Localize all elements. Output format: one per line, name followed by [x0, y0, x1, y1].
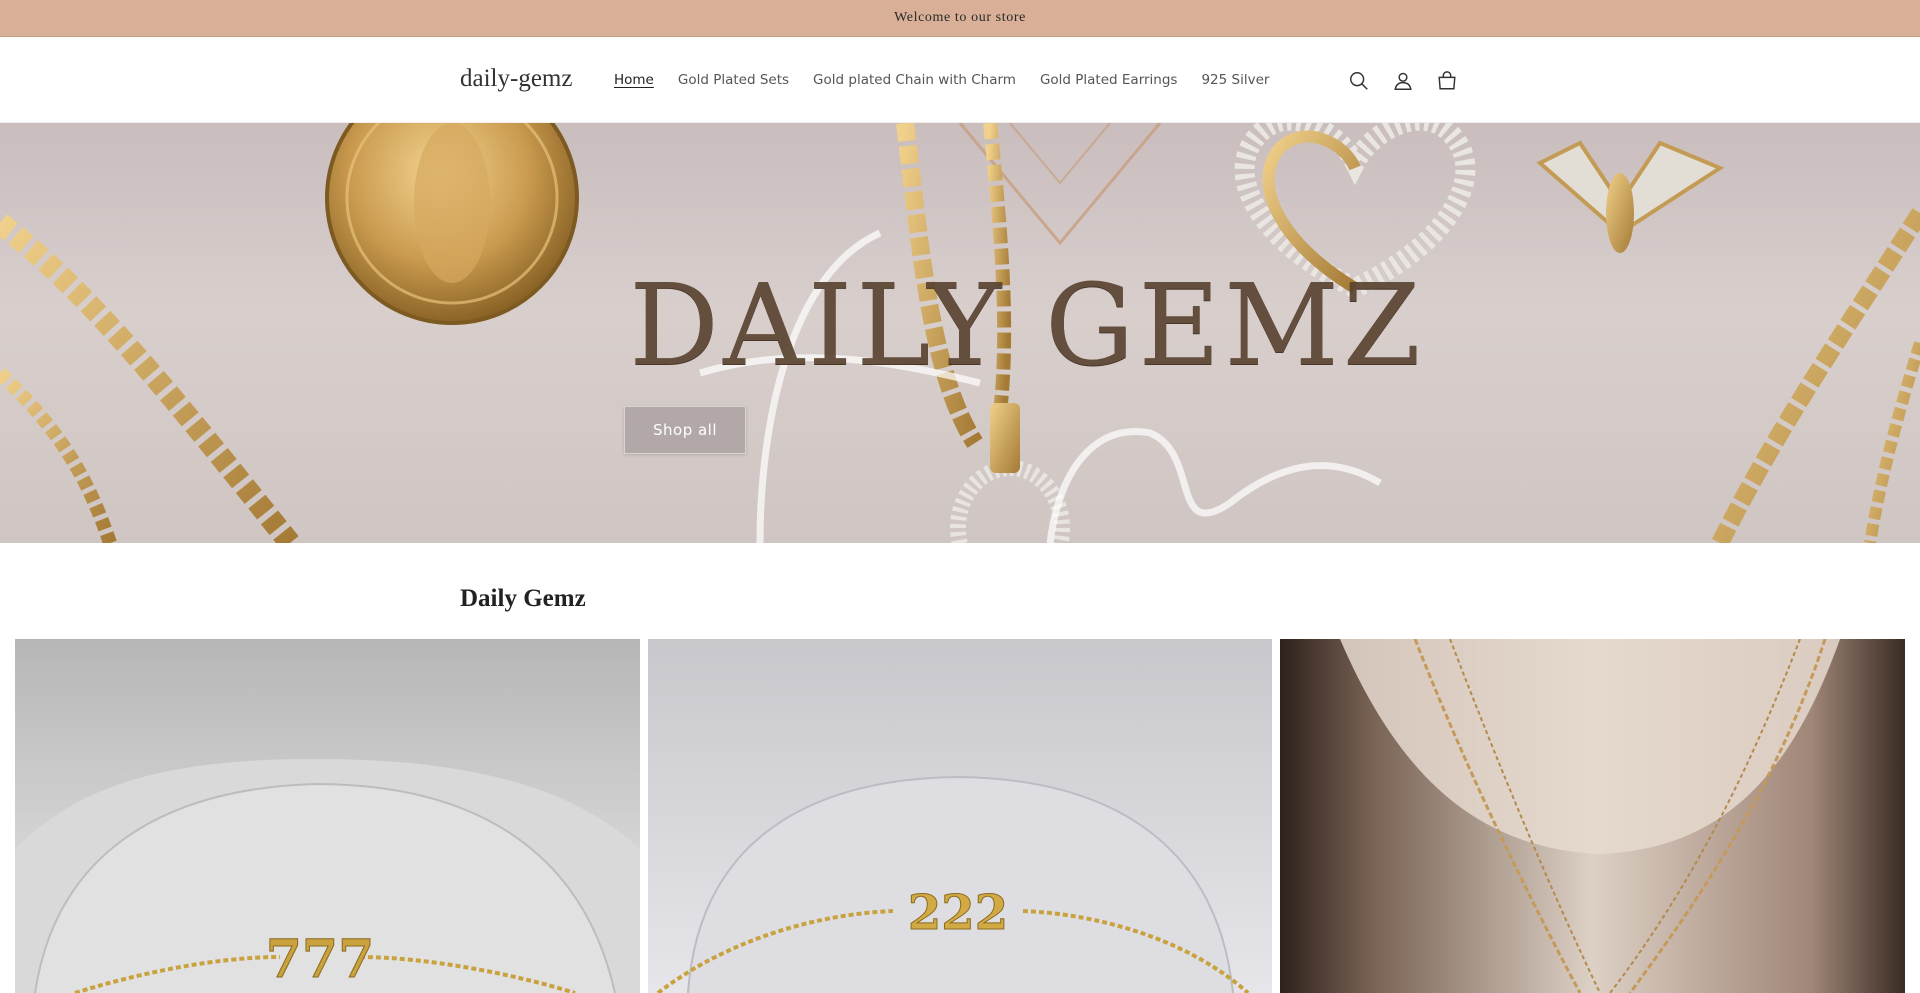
nav-home[interactable]: Home — [602, 72, 666, 88]
product-image-necklace — [1280, 639, 1905, 993]
cart-icon[interactable] — [1434, 68, 1460, 94]
product-card-2[interactable]: 222 — [648, 639, 1272, 993]
nav-gold-plated-chain-with-charm[interactable]: Gold plated Chain with Charm — [801, 72, 1028, 88]
search-icon[interactable] — [1346, 68, 1372, 94]
announcement-text: Welcome to our store — [894, 10, 1026, 25]
header-icons — [1346, 68, 1460, 94]
pendant-text-222: 222 — [908, 885, 1008, 941]
product-image-222: 222 — [648, 639, 1272, 993]
account-icon[interactable] — [1390, 68, 1416, 94]
shop-all-button[interactable]: Shop all — [624, 406, 746, 454]
site-header: daily-gemz Home Gold Plated Sets Gold pl… — [0, 37, 1920, 123]
product-card-1[interactable]: 777 — [15, 639, 640, 993]
hero-title: DAILY GEMZ — [629, 261, 1425, 391]
product-card-3[interactable] — [1280, 639, 1905, 993]
nav-gold-plated-earrings[interactable]: Gold Plated Earrings — [1028, 72, 1190, 88]
store-logo[interactable]: daily-gemz — [460, 65, 572, 93]
hero-banner: DAILY GEMZ Shop all — [0, 123, 1920, 543]
product-image-777: 777 — [15, 639, 640, 993]
nav-925-silver[interactable]: 925 Silver — [1189, 72, 1281, 88]
nav-gold-plated-sets[interactable]: Gold Plated Sets — [666, 72, 801, 88]
collection-title: Daily Gemz — [460, 585, 586, 612]
main-nav: Home Gold Plated Sets Gold plated Chain … — [602, 72, 1281, 88]
announcement-bar: Welcome to our store — [0, 0, 1920, 37]
pendant-text-777: 777 — [266, 929, 375, 990]
